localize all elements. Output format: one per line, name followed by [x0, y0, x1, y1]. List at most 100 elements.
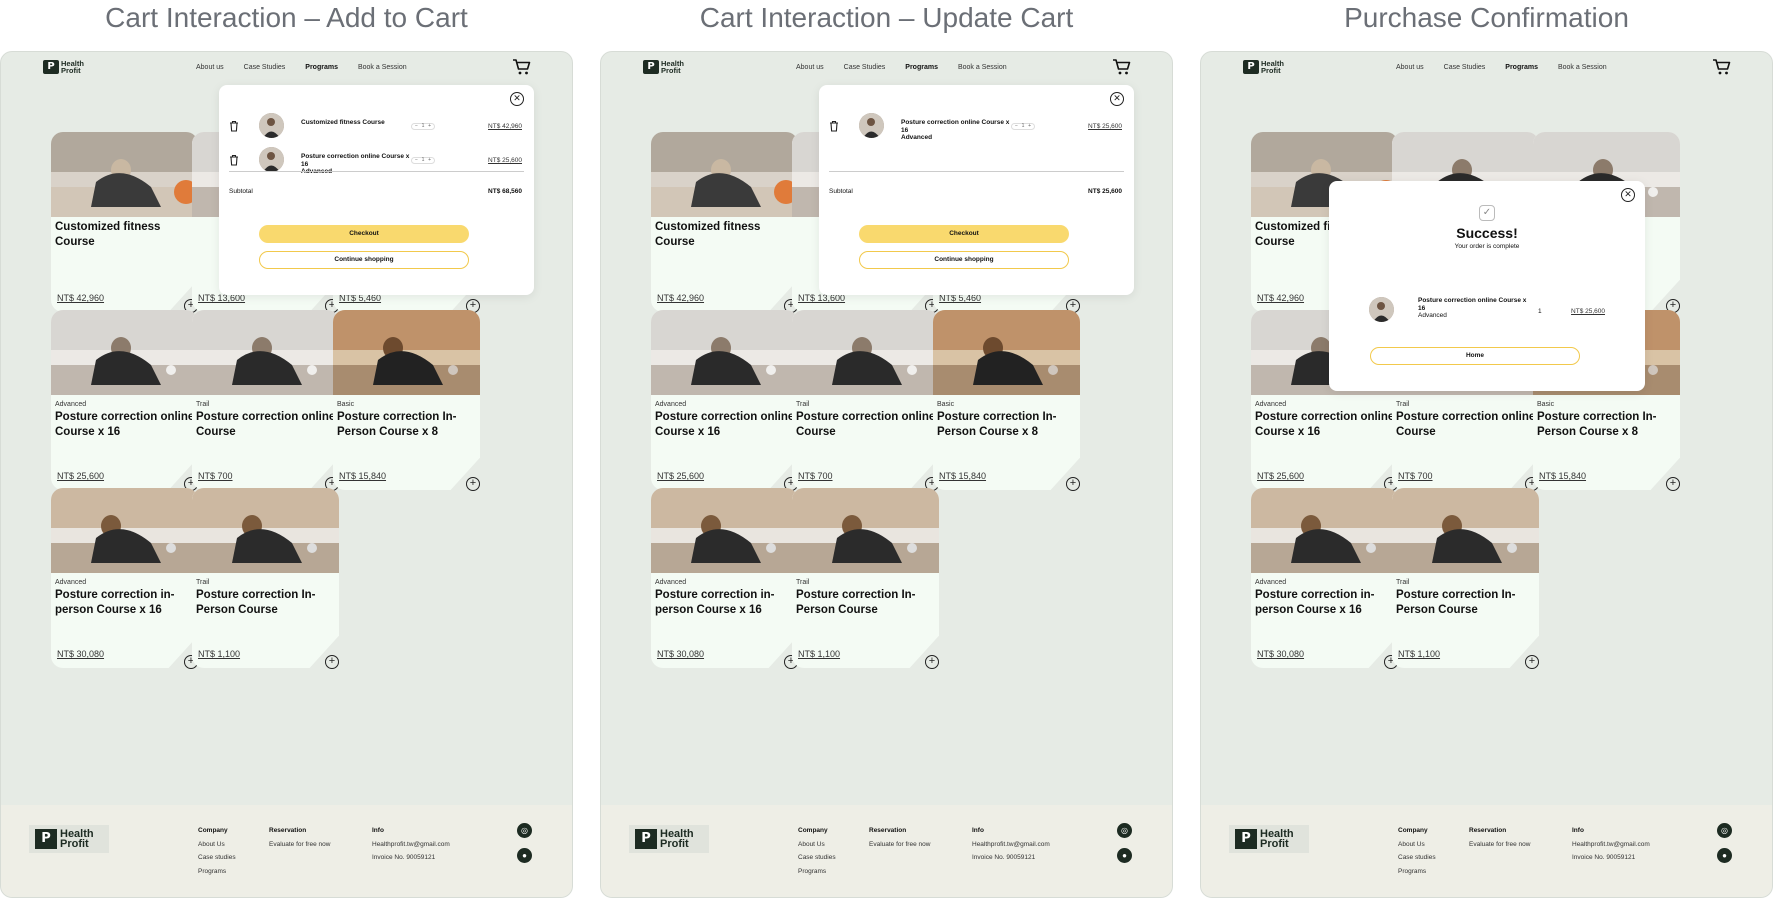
program-price[interactable]: NT$ 700	[198, 471, 233, 481]
cart-icon[interactable]	[1112, 58, 1132, 76]
program-card[interactable]: Trail Posture correction In-Person Course…	[792, 488, 939, 668]
program-card[interactable]: Trail Posture correction online Course NT$…	[192, 310, 339, 490]
nav-case-studies[interactable]: Case Studies	[244, 64, 286, 71]
program-card[interactable]: Customized fitness Course NT$ 42,960	[651, 132, 798, 312]
add-to-cart-button[interactable]: +	[1666, 477, 1680, 491]
footer-link-case[interactable]: Case studies	[198, 851, 236, 865]
footer-link-about[interactable]: About Us	[798, 838, 836, 852]
home-button[interactable]: Home	[1370, 347, 1580, 365]
nav-case-studies[interactable]: Case Studies	[844, 64, 886, 71]
line-chat-icon[interactable]: ●	[517, 848, 532, 863]
add-to-cart-button[interactable]: +	[1066, 477, 1080, 491]
program-card[interactable]: Customized fitness Course NT$ 42,960	[51, 132, 198, 312]
footer-email[interactable]: Healthprofit.tw@gmail.com	[972, 838, 1050, 852]
quantity-stepper[interactable]: −1 +	[411, 157, 435, 164]
nav-book-session[interactable]: Book a Session	[958, 64, 1007, 71]
nav-book-session[interactable]: Book a Session	[1558, 64, 1607, 71]
footer-link-evaluate[interactable]: Evaluate for free now	[869, 838, 930, 852]
nav-case-studies[interactable]: Case Studies	[1444, 64, 1486, 71]
add-to-cart-button[interactable]: +	[925, 655, 939, 669]
program-card[interactable]: Advanced Posture correction in-person Cou…	[51, 488, 198, 668]
checkout-button[interactable]: Checkout	[859, 225, 1069, 243]
close-icon[interactable]: ✕	[510, 92, 524, 106]
program-card[interactable]: Advanced Posture correction online Course…	[651, 310, 798, 490]
nav-about[interactable]: About us	[196, 64, 224, 71]
program-card[interactable]: Advanced Posture correction in-person Cou…	[1251, 488, 1398, 668]
program-price[interactable]: NT$ 25,600	[57, 471, 104, 481]
program-price[interactable]: NT$ 42,960	[57, 293, 104, 303]
line-chat-icon[interactable]: ●	[1717, 848, 1732, 863]
program-card[interactable]: Trail Posture correction In-Person Course…	[1392, 488, 1539, 668]
footer-link-case[interactable]: Case studies	[1398, 851, 1436, 865]
decrement-button[interactable]: −	[415, 124, 418, 129]
program-card[interactable]: Advanced Posture correction in-person Cou…	[651, 488, 798, 668]
program-price[interactable]: NT$ 30,080	[57, 649, 104, 659]
add-to-cart-button[interactable]: +	[466, 477, 480, 491]
cart-icon[interactable]	[1712, 58, 1732, 76]
instagram-icon[interactable]: ◎	[1117, 823, 1132, 838]
program-price[interactable]: NT$ 1,100	[1398, 649, 1440, 659]
footer-email[interactable]: Healthprofit.tw@gmail.com	[1572, 838, 1650, 852]
footer-link-about[interactable]: About Us	[1398, 838, 1436, 852]
add-to-cart-button[interactable]: +	[325, 655, 339, 669]
increment-button[interactable]: +	[428, 158, 431, 163]
program-price[interactable]: NT$ 15,840	[339, 471, 386, 481]
increment-button[interactable]: +	[428, 124, 431, 129]
brand-logo[interactable]: P Health Profit	[1243, 60, 1284, 74]
trash-icon[interactable]	[229, 119, 239, 132]
footer-email[interactable]: Healthprofit.tw@gmail.com	[372, 838, 450, 852]
footer-link-evaluate[interactable]: Evaluate for free now	[269, 838, 330, 852]
footer-link-programs[interactable]: Programs	[1398, 865, 1436, 879]
trash-icon[interactable]	[829, 119, 839, 132]
nav-programs[interactable]: Programs	[905, 64, 938, 71]
brand-logo[interactable]: P Health Profit	[43, 60, 84, 74]
footer-logo[interactable]: P Health Profit	[29, 825, 109, 853]
nav-about[interactable]: About us	[796, 64, 824, 71]
cart-icon[interactable]	[512, 58, 532, 76]
footer-link-evaluate[interactable]: Evaluate for free now	[1469, 838, 1530, 852]
close-icon[interactable]: ✕	[1621, 188, 1635, 202]
program-price[interactable]: NT$ 42,960	[657, 293, 704, 303]
program-price[interactable]: NT$ 700	[1398, 471, 1433, 481]
nav-programs[interactable]: Programs	[1505, 64, 1538, 71]
decrement-button[interactable]: −	[415, 158, 418, 163]
program-price[interactable]: NT$ 25,600	[1257, 471, 1304, 481]
program-price[interactable]: NT$ 700	[798, 471, 833, 481]
program-price[interactable]: NT$ 42,960	[1257, 293, 1304, 303]
continue-shopping-button[interactable]: Continue shopping	[259, 251, 469, 269]
footer-link-programs[interactable]: Programs	[798, 865, 836, 879]
checkout-button[interactable]: Checkout	[259, 225, 469, 243]
program-price[interactable]: NT$ 1,100	[198, 649, 240, 659]
quantity-stepper[interactable]: −1 +	[1011, 123, 1035, 130]
instagram-icon[interactable]: ◎	[517, 823, 532, 838]
program-card[interactable]: Trail Posture correction In-Person Course…	[192, 488, 339, 668]
nav-programs[interactable]: Programs	[305, 64, 338, 71]
program-price[interactable]: NT$ 30,080	[1257, 649, 1304, 659]
increment-button[interactable]: +	[1028, 124, 1031, 129]
footer-link-about[interactable]: About Us	[198, 838, 236, 852]
footer-link-programs[interactable]: Programs	[198, 865, 236, 879]
nav-book-session[interactable]: Book a Session	[358, 64, 407, 71]
trash-icon[interactable]	[229, 153, 239, 166]
program-card[interactable]: Trail Posture correction online Course NT$…	[792, 310, 939, 490]
program-price[interactable]: NT$ 30,080	[657, 649, 704, 659]
quantity-stepper[interactable]: −1 +	[411, 123, 435, 130]
continue-shopping-button[interactable]: Continue shopping	[859, 251, 1069, 269]
program-price[interactable]: NT$ 15,840	[1539, 471, 1586, 481]
program-card[interactable]: Advanced Posture correction online Course…	[51, 310, 198, 490]
footer-link-case[interactable]: Case studies	[798, 851, 836, 865]
footer-logo[interactable]: P Health Profit	[629, 825, 709, 853]
line-chat-icon[interactable]: ●	[1117, 848, 1132, 863]
program-card[interactable]: Basic Posture correction In-Person Course…	[333, 310, 480, 490]
brand-logo[interactable]: P Health Profit	[643, 60, 684, 74]
nav-about[interactable]: About us	[1396, 64, 1424, 71]
add-to-cart-button[interactable]: +	[1525, 655, 1539, 669]
footer-logo[interactable]: P Health Profit	[1229, 825, 1309, 853]
program-price[interactable]: NT$ 15,840	[939, 471, 986, 481]
close-icon[interactable]: ✕	[1110, 92, 1124, 106]
program-price[interactable]: NT$ 1,100	[798, 649, 840, 659]
program-card[interactable]: Basic Posture correction In-Person Course…	[933, 310, 1080, 490]
decrement-button[interactable]: −	[1015, 124, 1018, 129]
instagram-icon[interactable]: ◎	[1717, 823, 1732, 838]
program-price[interactable]: NT$ 25,600	[657, 471, 704, 481]
